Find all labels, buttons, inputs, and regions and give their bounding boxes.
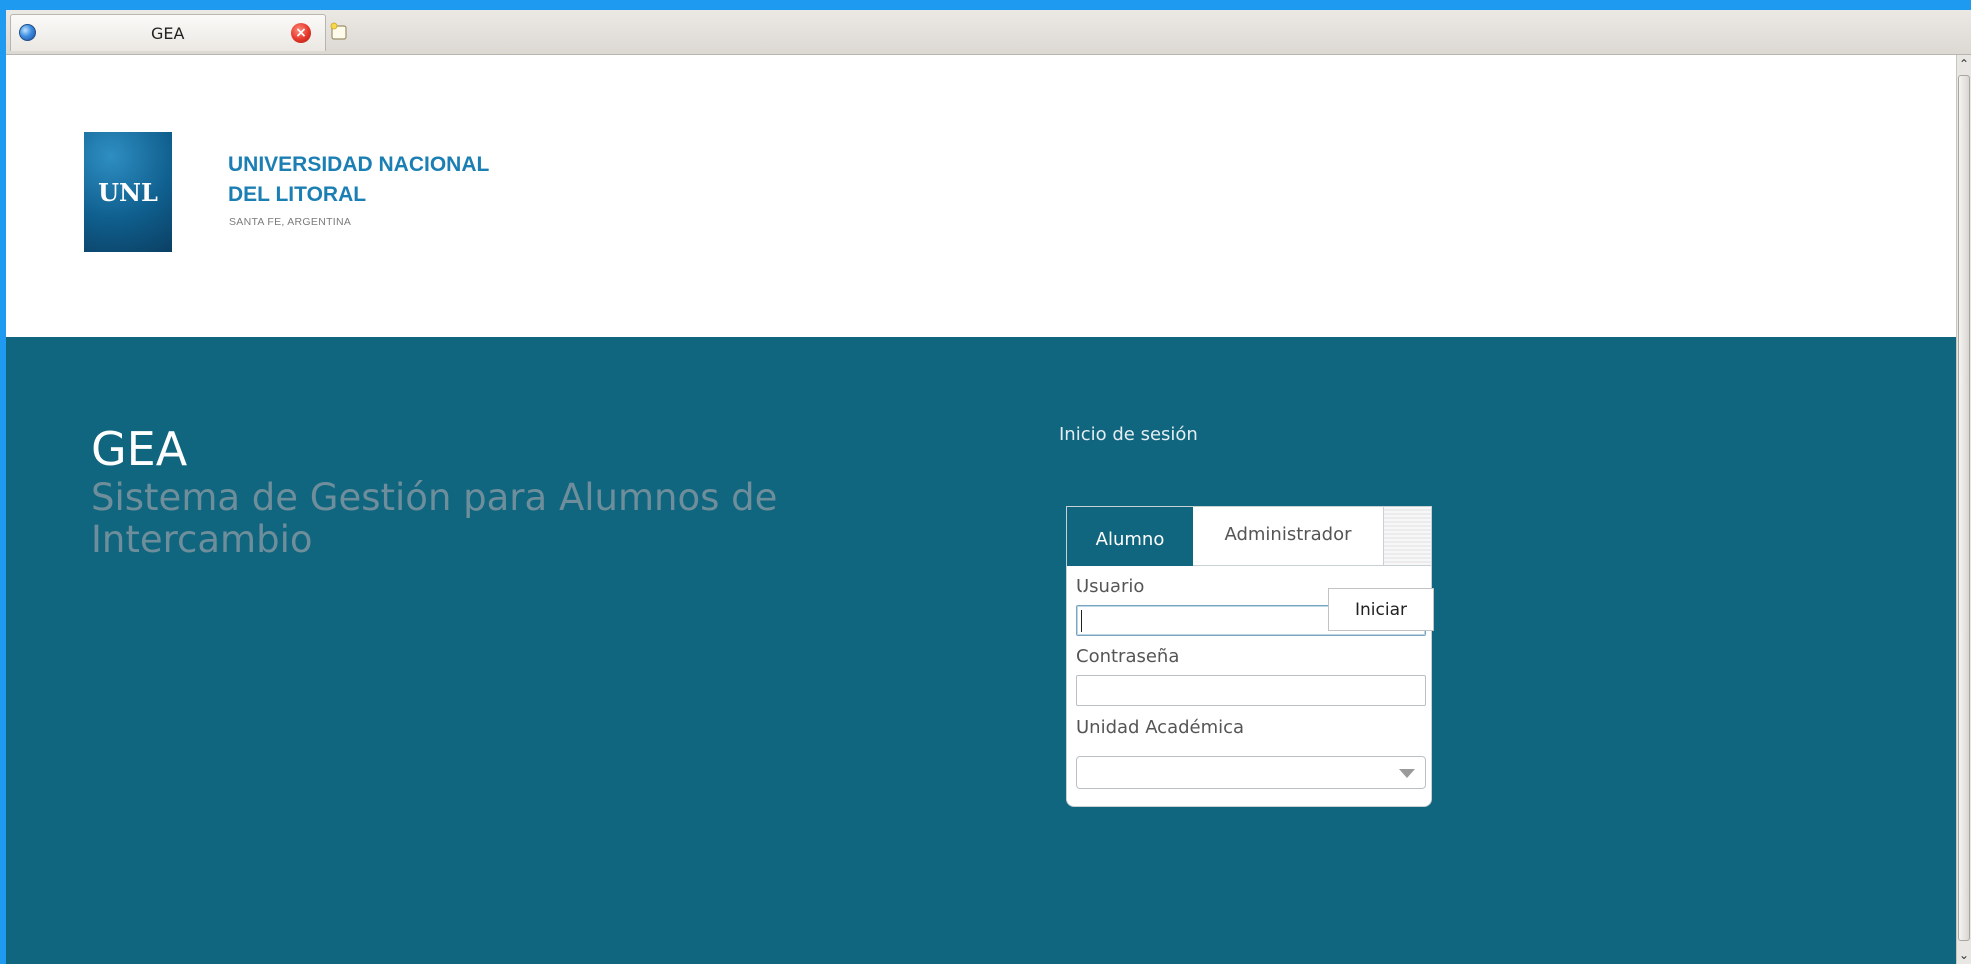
scrollbar-thumb[interactable] bbox=[1958, 75, 1970, 941]
forgot-password-link[interactable]: Olvidó su contraseña? bbox=[1066, 588, 1266, 609]
unidad-academica-label: Unidad Académica bbox=[1076, 717, 1245, 738]
vertical-scrollbar[interactable]: ⌃ ⌄ bbox=[1956, 55, 1971, 964]
app-subtitle: Sistema de Gestión para Alumnos de Inter… bbox=[91, 476, 778, 561]
unl-logo: UNL bbox=[84, 132, 172, 252]
login-heading: Inicio de sesión bbox=[1059, 424, 1198, 445]
logo-abbrev: UNL bbox=[98, 177, 158, 207]
university-name-line1: UNIVERSIDAD NACIONAL bbox=[228, 153, 490, 176]
university-location: SANTA FE, ARGENTINA bbox=[229, 216, 352, 228]
new-tab-icon[interactable] bbox=[329, 22, 349, 42]
close-icon[interactable]: × bbox=[291, 23, 311, 43]
university-name-line2: DEL LITORAL bbox=[228, 183, 367, 206]
scroll-down-icon[interactable]: ⌄ bbox=[1957, 946, 1971, 964]
contrasena-label: Contraseña bbox=[1076, 646, 1180, 667]
tab-title: GEA bbox=[151, 24, 185, 43]
login-tabs: Alumno Administrador bbox=[1067, 507, 1431, 566]
browser-tab[interactable]: GEA × bbox=[10, 14, 326, 51]
iniciar-button[interactable]: Iniciar bbox=[1328, 588, 1434, 631]
globe-icon bbox=[19, 24, 36, 41]
unidad-academica-select[interactable] bbox=[1076, 756, 1426, 789]
tab-administrador[interactable]: Administrador bbox=[1193, 507, 1384, 565]
contrasena-input[interactable] bbox=[1076, 675, 1426, 706]
login-panel: Alumno Administrador Usuario Contraseña … bbox=[1066, 506, 1432, 807]
scroll-up-icon[interactable]: ⌃ bbox=[1957, 55, 1971, 73]
chevron-down-icon bbox=[1399, 769, 1415, 778]
browser-tab-bar: GEA × bbox=[6, 10, 1971, 55]
tab-alumno[interactable]: Alumno bbox=[1067, 507, 1193, 566]
main-band: GEA Sistema de Gestión para Alumnos de I… bbox=[6, 337, 1956, 964]
app-title: GEA bbox=[91, 422, 188, 476]
page-content: UNL UNIVERSIDAD NACIONAL DEL LITORAL SAN… bbox=[6, 55, 1956, 964]
text-caret bbox=[1081, 610, 1082, 632]
